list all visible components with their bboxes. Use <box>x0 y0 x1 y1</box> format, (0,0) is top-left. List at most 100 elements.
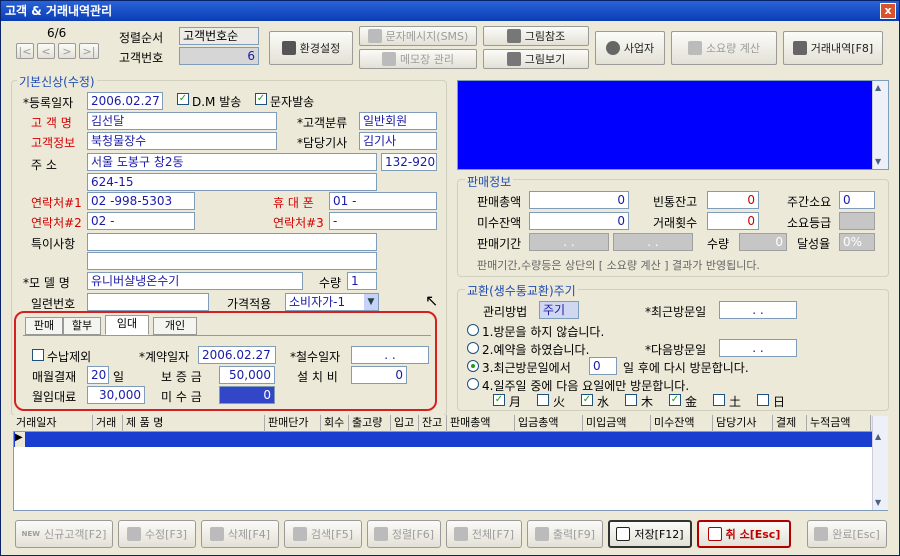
next-record-button[interactable]: > <box>58 43 76 59</box>
tab-installment[interactable]: 할부 <box>63 317 101 335</box>
model-field[interactable]: 유니버샬냉온수기 <box>87 272 303 290</box>
payment-exclude-checkbox[interactable] <box>32 349 44 361</box>
business-button[interactable]: 사업자 <box>595 31 665 65</box>
withdraw-date-field[interactable]: . . <box>351 346 429 364</box>
tab-sale[interactable]: 판매 <box>25 317 63 335</box>
col-sales-total[interactable]: 판매총액 <box>447 415 515 432</box>
tel2-field[interactable]: 02 - <box>87 212 195 230</box>
picture-ref-button[interactable]: 그림참조 <box>483 26 589 46</box>
grid-scrollbar[interactable]: ▲ ▼ <box>872 416 888 510</box>
sort-select[interactable]: 고객번호순 <box>179 27 259 45</box>
col-rep[interactable]: 담당기사 <box>713 415 773 432</box>
new-customer-button[interactable]: NEW 신규고객[F2] <box>15 520 113 548</box>
option2-radio[interactable] <box>467 342 479 354</box>
col-cumulative[interactable]: 누적금액 <box>807 415 871 432</box>
all-button[interactable]: 전체[F7] <box>446 520 522 548</box>
tel1-field[interactable]: 02 -998-5303 <box>87 192 195 210</box>
address-field-1[interactable]: 서울 도봉구 창2동 <box>87 153 377 171</box>
day-tue-checkbox[interactable] <box>537 394 549 406</box>
custno-label: 고객번호 <box>119 51 164 65</box>
day-mon-checkbox[interactable]: ✓ <box>493 394 505 406</box>
scroll-up-icon[interactable]: ▲ <box>875 83 881 92</box>
first-record-button[interactable]: |< <box>16 43 34 59</box>
contract-date-field[interactable]: 2006.02.27 <box>198 346 276 364</box>
chevron-down-icon[interactable]: ▼ <box>364 294 378 310</box>
category-field[interactable]: 일반회원 <box>359 112 437 130</box>
option4-radio[interactable] <box>467 378 479 390</box>
memo-field-1[interactable] <box>87 233 377 251</box>
col-product[interactable]: 제 품 명 <box>123 415 265 432</box>
col-date[interactable]: 거래일자 <box>13 415 93 432</box>
address-field-2[interactable]: 624-15 <box>87 173 377 191</box>
print-button[interactable]: 출력[F9] <box>527 520 603 548</box>
next-visit-field[interactable]: . . <box>719 339 797 357</box>
qty-field[interactable]: 1 <box>347 272 377 290</box>
monthly-day-field[interactable]: 20 <box>87 366 109 384</box>
rep-label: *담당기사 <box>297 136 348 150</box>
last-record-button[interactable]: >| <box>79 43 99 59</box>
close-icon[interactable]: x <box>880 3 896 19</box>
done-button[interactable]: 완료[Esc] <box>807 520 887 548</box>
grid-selected-row[interactable] <box>14 432 872 447</box>
col-collect[interactable]: 회수 <box>321 415 349 432</box>
image-scrollbar[interactable]: ▲ ▼ <box>872 81 888 169</box>
memo-field-2[interactable] <box>87 252 377 270</box>
save-button[interactable]: 저장[F12] <box>608 520 692 548</box>
prev-record-button[interactable]: < <box>37 43 55 59</box>
deposit-field[interactable]: 50,000 <box>219 366 275 384</box>
day-fri-checkbox[interactable]: ✓ <box>669 394 681 406</box>
tab-personal[interactable]: 개인 <box>153 317 197 335</box>
price-select[interactable]: 소비자가-1 ▼ <box>285 293 379 311</box>
sms-checkbox[interactable]: ✓ <box>255 93 267 105</box>
day-sat-checkbox[interactable] <box>713 394 725 406</box>
col-deposit-total[interactable]: 입금총액 <box>515 415 583 432</box>
grid-scroll-up-icon[interactable]: ▲ <box>875 432 881 441</box>
day-thu-checkbox[interactable] <box>625 394 637 406</box>
consumption-calc-button[interactable]: 소요량 계산 <box>671 31 777 65</box>
info-field[interactable]: 북청물장수 <box>87 132 277 150</box>
env-settings-button[interactable]: 환경설정 <box>269 31 353 65</box>
history-button[interactable]: 거래내역[F8] <box>783 31 883 65</box>
list-icon <box>453 527 468 541</box>
memo-button[interactable]: 메모장 관리 <box>359 49 477 69</box>
cancel-button[interactable]: 취 소[Esc] <box>697 520 791 548</box>
env-settings-label: 환경설정 <box>299 42 341 55</box>
col-out-qty[interactable]: 출고량 <box>349 415 391 432</box>
scroll-down-icon[interactable]: ▼ <box>875 157 881 166</box>
col-in-qty[interactable]: 입고 <box>391 415 419 432</box>
payment-exclude-label: 수납제외 <box>47 350 92 364</box>
tel3-field[interactable]: - <box>329 212 437 230</box>
delete-button[interactable]: 삭제[F4] <box>201 520 279 548</box>
grid-scroll-down-icon[interactable]: ▼ <box>875 498 881 507</box>
option1-radio[interactable] <box>467 324 479 336</box>
method-field[interactable]: 주기 <box>539 301 579 319</box>
dm-checkbox[interactable]: ✓ <box>177 93 189 105</box>
day-wed-checkbox[interactable]: ✓ <box>581 394 593 406</box>
mobile-field[interactable]: 01 - <box>329 192 437 210</box>
reg-date-field[interactable]: 2006.02.27 <box>87 92 163 110</box>
install-fee-field[interactable]: 0 <box>351 366 407 384</box>
col-unit-price[interactable]: 판매단가 <box>265 415 321 432</box>
picture-view-button[interactable]: 그림보기 <box>483 49 589 69</box>
option3-days-field[interactable]: 0 <box>589 357 617 375</box>
rep-field[interactable]: 김기사 <box>359 132 437 150</box>
zip-field[interactable]: 132-920 <box>381 153 437 171</box>
sort-button[interactable]: 정렬[F6] <box>367 520 441 548</box>
last-visit-field[interactable]: . . <box>719 301 797 319</box>
col-unpaid-balance[interactable]: 미수잔액 <box>651 415 713 432</box>
tab-rental[interactable]: 임대 <box>105 315 149 335</box>
name-field[interactable]: 김선달 <box>87 112 277 130</box>
serial-field[interactable] <box>87 293 209 311</box>
day-sun-checkbox[interactable] <box>757 394 769 406</box>
edit-button[interactable]: 수정[F3] <box>118 520 196 548</box>
sms-button[interactable]: 문자메시지(SMS) <box>359 26 477 46</box>
option3-radio[interactable] <box>467 360 479 372</box>
search-label: 검색[F5] <box>310 528 354 541</box>
col-unpaid-amount[interactable]: 미입금액 <box>583 415 651 432</box>
col-balance[interactable]: 잔고 <box>419 415 447 432</box>
search-button[interactable]: 검색[F5] <box>284 520 362 548</box>
col-type[interactable]: 거래 <box>93 415 123 432</box>
col-payment[interactable]: 결제 <box>773 415 807 432</box>
unpaid-field[interactable]: 0 <box>219 386 275 404</box>
monthly-fee-field[interactable]: 30,000 <box>87 386 145 404</box>
